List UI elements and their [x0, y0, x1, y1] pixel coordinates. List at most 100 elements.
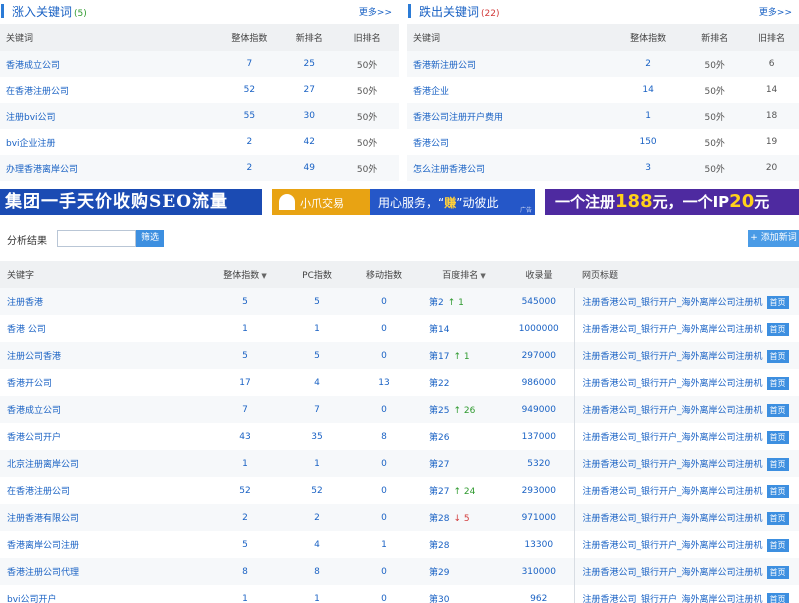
keyword-link[interactable]: 注册香港: [0, 288, 200, 315]
keyword-link[interactable]: 注册bvi公司: [0, 103, 216, 129]
keyword-link[interactable]: 在香港注册公司: [0, 477, 200, 504]
rise-panel-title: 涨入关键词 (5): [12, 5, 87, 19]
home-badge[interactable]: 首页: [766, 349, 789, 363]
rank-value: 第29: [429, 568, 450, 578]
home-badge[interactable]: 首页: [766, 430, 789, 444]
col-baidu-rank-sortable[interactable]: 百度排名 ▼: [424, 261, 504, 288]
rank-value: 第27: [429, 460, 450, 470]
rank-up-indicator: ↑ 1: [447, 298, 464, 308]
keyword-link[interactable]: 香港成立公司: [0, 396, 200, 423]
col-keyword: 关键词: [407, 24, 611, 51]
col-page-title: 网页标题: [574, 261, 799, 288]
keyword-link[interactable]: 注册公司香港: [0, 342, 200, 369]
drop-panel-header: 跌出关键词 (22) 更多>>: [407, 0, 799, 24]
home-badge[interactable]: 首页: [766, 322, 789, 336]
index-value: 7: [200, 396, 290, 423]
home-badge[interactable]: 首页: [766, 484, 789, 498]
keyword-link[interactable]: 香港离岸公司注册: [0, 531, 200, 558]
page-title-cell: 注册香港公司_银行开户_海外离岸公司注册机 首页: [573, 585, 799, 603]
keyword-link[interactable]: 香港注册公司代理: [0, 558, 200, 585]
indexed-value: 949000: [504, 396, 574, 423]
table-row: 怎么注册香港公司 3 50外 20: [407, 155, 799, 181]
baidu-rank-cell: 第28 ↓ 5: [424, 504, 504, 531]
rise-keywords-table: 关键词 整体指数 新排名 旧排名 香港成立公司 7 25 50外 在香港注册公司 52 27…: [0, 24, 399, 181]
rise-count: (5): [74, 9, 87, 19]
keyword-link[interactable]: 香港公司: [407, 129, 611, 155]
keyword-link[interactable]: bvi公司开户: [0, 585, 200, 603]
drop-more-link[interactable]: 更多>>: [759, 5, 792, 18]
page-title-cell: 注册香港公司_银行开户_海外离岸公司注册机 首页: [573, 450, 799, 477]
home-badge[interactable]: 首页: [766, 565, 789, 579]
rank-up-indicator: ↑ 26: [453, 406, 476, 416]
home-badge[interactable]: 首页: [766, 295, 789, 309]
index-value: 8: [200, 558, 290, 585]
index-value: 3: [610, 155, 686, 181]
index-value: 2: [215, 155, 284, 181]
page-title-link[interactable]: 注册香港公司_银行开户_海外离岸公司注册机: [583, 433, 763, 443]
col-indexed: 收录量: [504, 261, 574, 288]
home-badge[interactable]: 首页: [766, 376, 789, 390]
rise-more-link[interactable]: 更多>>: [359, 5, 392, 18]
pc-index-value: 1: [314, 323, 320, 334]
filter-input[interactable]: [57, 230, 136, 247]
home-badge[interactable]: 首页: [766, 592, 789, 603]
col-index: 整体指数: [215, 24, 284, 51]
keyword-link[interactable]: 香港企业: [407, 77, 611, 103]
table-row: 香港企业 14 50外 14: [407, 77, 799, 103]
old-rank-value: 50外: [335, 155, 399, 181]
page-title-link[interactable]: 注册香港公司_银行开户_海外离岸公司注册机: [583, 352, 763, 362]
page-title-cell: 注册香港公司_银行开户_海外离岸公司注册机 首页: [573, 558, 799, 585]
index-value: 1: [242, 323, 248, 334]
keyword-link[interactable]: 注册香港有限公司: [0, 504, 200, 531]
ad-banner-xiaozhua[interactable]: 小爪交易 用心服务，“赚”动彼此 广告: [272, 189, 535, 215]
keyword-link[interactable]: 香港开公司: [0, 369, 200, 396]
page-title-link[interactable]: 注册香港公司_银行开户_海外离岸公司注册机: [583, 460, 763, 470]
page-title-link[interactable]: 注册香港公司_银行开户_海外离岸公司注册机: [583, 325, 763, 335]
baidu-rank-cell: 第22: [424, 369, 504, 396]
page-title-link[interactable]: 注册香港公司_银行开户_海外离岸公司注册机: [583, 595, 763, 603]
page-title-link[interactable]: 注册香港公司_银行开户_海外离岸公司注册机: [583, 406, 763, 416]
ad-banner-seo[interactable]: 集团一手天价收购SEO流量: [0, 189, 262, 215]
index-value: 150: [639, 137, 657, 147]
rank-value: 第22: [429, 379, 450, 389]
home-badge[interactable]: 首页: [766, 538, 789, 552]
indexed-value: 986000: [521, 377, 556, 388]
keyword-link[interactable]: 办理香港离岸公司: [0, 155, 216, 181]
keyword-link[interactable]: 香港 公司: [0, 315, 200, 342]
page-title-cell: 注册香港公司_银行开户_海外离岸公司注册机 首页: [573, 315, 799, 342]
mobile-index-value: 0: [381, 485, 387, 496]
baidu-rank-cell: 第26: [424, 423, 504, 450]
keyword-link[interactable]: bvi企业注册: [0, 129, 215, 155]
page-title-link[interactable]: 注册香港公司_银行开户_海外离岸公司注册机: [583, 541, 763, 551]
keyword-link[interactable]: 北京注册离岸公司: [0, 450, 200, 477]
keyword-link[interactable]: 香港公司开户: [0, 423, 200, 450]
home-badge[interactable]: 首页: [766, 457, 789, 471]
new-rank-value: 50外: [704, 138, 725, 149]
page-title-link[interactable]: 注册香港公司_银行开户_海外离岸公司注册机: [583, 514, 763, 524]
keyword-link[interactable]: 香港公司注册开户费用: [407, 103, 611, 129]
rank-value: 第28: [429, 541, 450, 551]
keyword-link[interactable]: 怎么注册香港公司: [407, 155, 611, 181]
col-index-sortable[interactable]: 整体指数 ▼: [200, 261, 290, 288]
filter-button[interactable]: 筛选: [136, 230, 164, 247]
page-title-link[interactable]: 注册香港公司_银行开户_海外离岸公司注册机: [583, 487, 763, 497]
col-pc-index: PC指数: [290, 261, 344, 288]
ad-banner-register[interactable]: 一个注册188元，一个IP20元: [545, 189, 799, 215]
keyword-link[interactable]: 香港新注册公司: [407, 51, 611, 77]
add-keyword-button[interactable]: + 添加新词: [748, 230, 799, 247]
rank-value: 第17: [429, 352, 450, 362]
home-badge[interactable]: 首页: [766, 403, 789, 417]
keyword-link[interactable]: 在香港注册公司: [0, 77, 215, 103]
col-new-rank: 新排名: [283, 24, 336, 51]
home-badge[interactable]: 首页: [766, 511, 789, 525]
drop-panel-title: 跌出关键词 (22): [419, 5, 500, 19]
baidu-rank-cell: 第27: [424, 450, 504, 477]
keyword-link[interactable]: 香港成立公司: [0, 51, 216, 77]
pc-index-value: 1: [290, 450, 344, 477]
index-value: 1: [242, 593, 248, 603]
page-title-link[interactable]: 注册香港公司_银行开户_海外离岸公司注册机: [583, 568, 763, 578]
indexed-value: 5320: [504, 450, 574, 477]
page-title-link[interactable]: 注册香港公司_银行开户_海外离岸公司注册机: [583, 379, 763, 389]
page-title-link[interactable]: 注册香港公司_银行开户_海外离岸公司注册机: [583, 298, 763, 308]
new-rank-value: 25: [283, 51, 336, 77]
